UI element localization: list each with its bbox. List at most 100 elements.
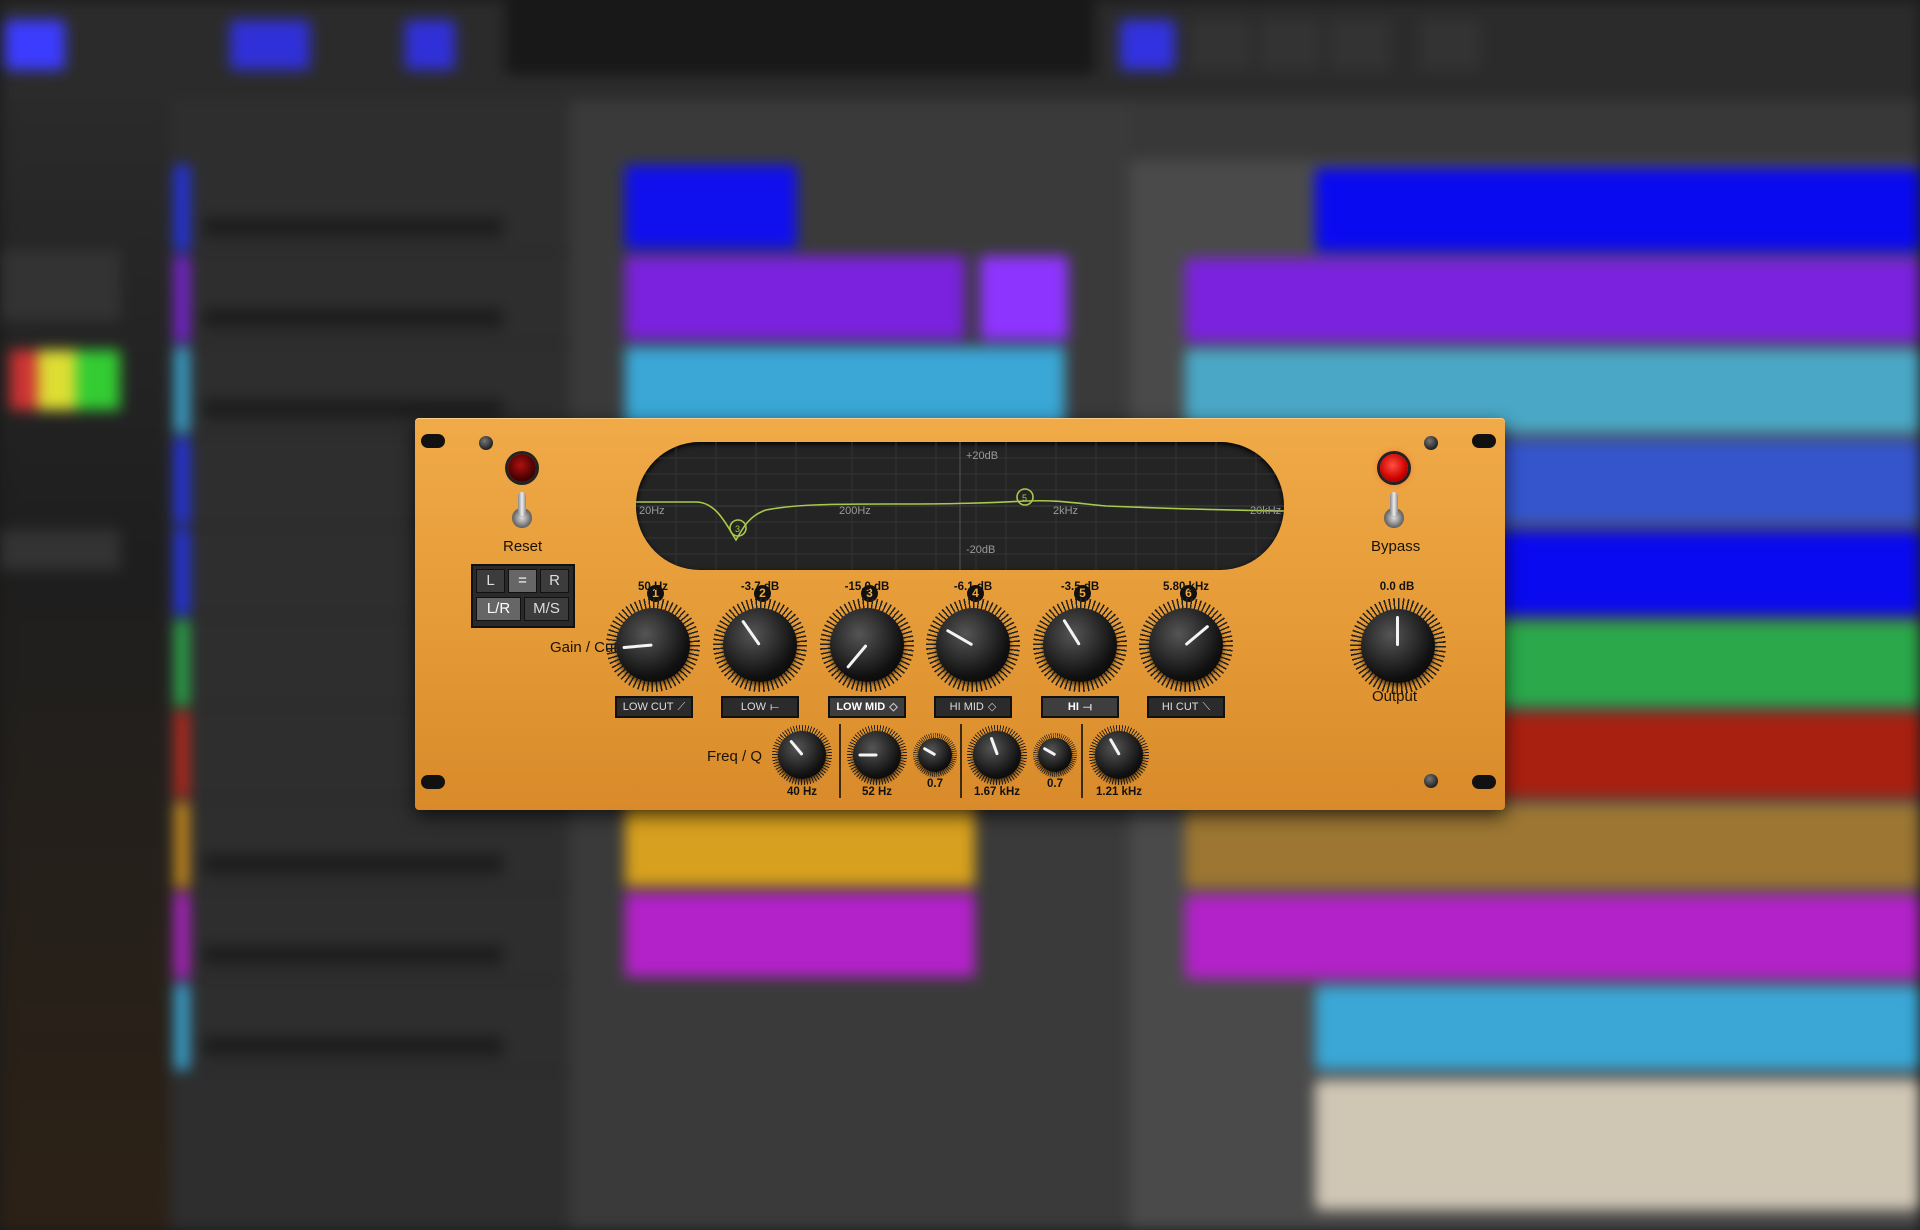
track-row: [175, 256, 570, 344]
hicut-shape-icon: ⟍: [1202, 701, 1211, 713]
arranger-clip: [1185, 258, 1920, 342]
band-2-value: -3.7 dB: [740, 581, 780, 593]
band-4-freq-knob[interactable]: [967, 725, 1027, 785]
band-1-type-button[interactable]: LOW CUT ⟋: [615, 696, 693, 718]
hishelf-shape-icon: ⟞: [1082, 701, 1093, 713]
screw-icon: [479, 436, 493, 450]
clip: [625, 256, 965, 340]
toolbar-button: [405, 20, 455, 70]
band-1-type-label: LOW CUT: [622, 701, 674, 713]
freq-label-200hz: 200Hz: [839, 505, 871, 517]
band-1-freq-value: 40 Hz: [786, 786, 818, 798]
arranger-clip: [1185, 895, 1920, 979]
band-1-freq-knob[interactable]: [772, 725, 832, 785]
band-5-type-button[interactable]: HI ⟞: [1041, 696, 1119, 718]
track-row: [175, 984, 570, 1072]
band-2-type-label: LOW: [740, 701, 766, 713]
band-2-type-button[interactable]: LOW ⟝: [721, 696, 799, 718]
arranger-clip: [1185, 804, 1920, 888]
daw-toolbar: [0, 0, 1920, 100]
lr-mode-button[interactable]: L/R: [476, 597, 521, 621]
clip: [980, 256, 1068, 340]
track-row: [175, 165, 570, 253]
bell-shape-icon: ◇: [889, 701, 898, 713]
freq-label-20hz: 20Hz: [639, 505, 665, 517]
bypass-led: [1380, 454, 1408, 482]
band-4-q-value: 0.7: [1047, 778, 1063, 790]
band-4-freq-value: 1.67 kHz: [973, 786, 1021, 798]
arranger-clip: [1315, 986, 1920, 1070]
track-row: [175, 893, 570, 981]
freq-label-2khz: 2kHz: [1053, 505, 1078, 517]
bypass-toggle[interactable]: [1384, 492, 1404, 530]
band-5-type-label: HI: [1067, 701, 1079, 713]
band-4-value: -6.1 dB: [953, 581, 993, 593]
rack-ear-slot: [1472, 434, 1496, 448]
band-3-type-label: LOW MID: [836, 701, 886, 713]
db-top-label: +20dB: [966, 450, 998, 462]
band-5-freq-value: 1.21 kHz: [1095, 786, 1143, 798]
freq-q-label: Freq / Q: [707, 748, 763, 765]
band-5-freq-knob[interactable]: [1089, 725, 1149, 785]
band-3-q-knob[interactable]: [913, 733, 957, 777]
band-6-cutoff-knob[interactable]: [1139, 598, 1233, 692]
stereo-link-button[interactable]: =: [508, 569, 537, 593]
output-value: 0.0 dB: [1379, 581, 1415, 593]
band-6-value: 5.80 kHz: [1162, 581, 1210, 593]
clip: [625, 802, 975, 886]
toolbar-button: [1420, 20, 1480, 70]
stereo-left-button[interactable]: L: [476, 569, 505, 593]
clip: [625, 165, 797, 249]
bypass-label: Bypass: [1371, 538, 1421, 555]
toolbar-button: [230, 20, 310, 70]
band-5-value: -3.5 dB: [1060, 581, 1100, 593]
reset-led: [508, 454, 536, 482]
lowshelf-shape-icon: ⟝: [769, 701, 780, 713]
eq-plugin-window: Reset Bypass L = R L/R M/S Gain / Cutoff…: [415, 418, 1505, 810]
ms-mode-button[interactable]: M/S: [524, 597, 569, 621]
output-label: Output: [1372, 688, 1418, 705]
band-4-gain-knob[interactable]: [926, 598, 1020, 692]
band-1-cutoff-knob[interactable]: [606, 598, 700, 692]
band-2-gain-knob[interactable]: [713, 598, 807, 692]
band-4-q-knob[interactable]: [1033, 733, 1077, 777]
toolbar-button: [1190, 20, 1250, 70]
reset-toggle[interactable]: [512, 492, 532, 530]
stereo-mode-selector: L = R L/R M/S: [471, 564, 575, 628]
toolbar-button: [1330, 20, 1390, 70]
band-4-type-label: HI MID: [949, 701, 984, 713]
band-4-type-button[interactable]: HI MID ◇: [934, 696, 1012, 718]
rack-ear-slot: [421, 434, 445, 448]
stereo-right-button[interactable]: R: [540, 569, 569, 593]
eq-curve-display[interactable]: +20dB -20dB 20Hz 200Hz 2kHz 20kHz 3 5: [636, 442, 1284, 570]
arranger-clip: [1315, 168, 1920, 252]
lowcut-shape-icon: ⟋: [677, 701, 686, 713]
toolbar-button: [1120, 20, 1175, 70]
arranger-clip: [1315, 1080, 1920, 1210]
output-gain-knob[interactable]: [1350, 598, 1446, 694]
bell-shape-icon: ◇: [987, 701, 997, 713]
eq-graph: +20dB -20dB 20Hz 200Hz 2kHz 20kHz 3 5: [636, 442, 1284, 570]
band-3-gain-knob[interactable]: [820, 598, 914, 692]
band-5-gain-knob[interactable]: [1033, 598, 1127, 692]
freq-label-20khz: 20kHz: [1250, 505, 1281, 517]
band-1-value: 50 Hz: [637, 581, 669, 593]
toolbar-button: [1260, 20, 1320, 70]
divider: [1081, 724, 1083, 798]
band-6-type-button[interactable]: HI CUT ⟍: [1147, 696, 1225, 718]
db-bottom-label: -20dB: [966, 544, 995, 556]
band-3-freq-value: 52 Hz: [861, 786, 893, 798]
screw-icon: [1424, 436, 1438, 450]
band-3-node-label: 3: [735, 524, 740, 534]
band-3-freq-knob[interactable]: [847, 725, 907, 785]
band-3-q-value: 0.7: [927, 778, 943, 790]
timeline-ruler: [1130, 100, 1920, 160]
band-3-type-button[interactable]: LOW MID ◇: [828, 696, 906, 718]
daw-sidebar: [0, 100, 170, 1230]
rack-ear-slot: [1472, 775, 1496, 789]
band-5-node-label: 5: [1022, 493, 1027, 503]
divider: [839, 724, 841, 798]
band-6-type-label: HI CUT: [1161, 701, 1199, 713]
clip: [625, 893, 975, 977]
track-row: [175, 802, 570, 890]
